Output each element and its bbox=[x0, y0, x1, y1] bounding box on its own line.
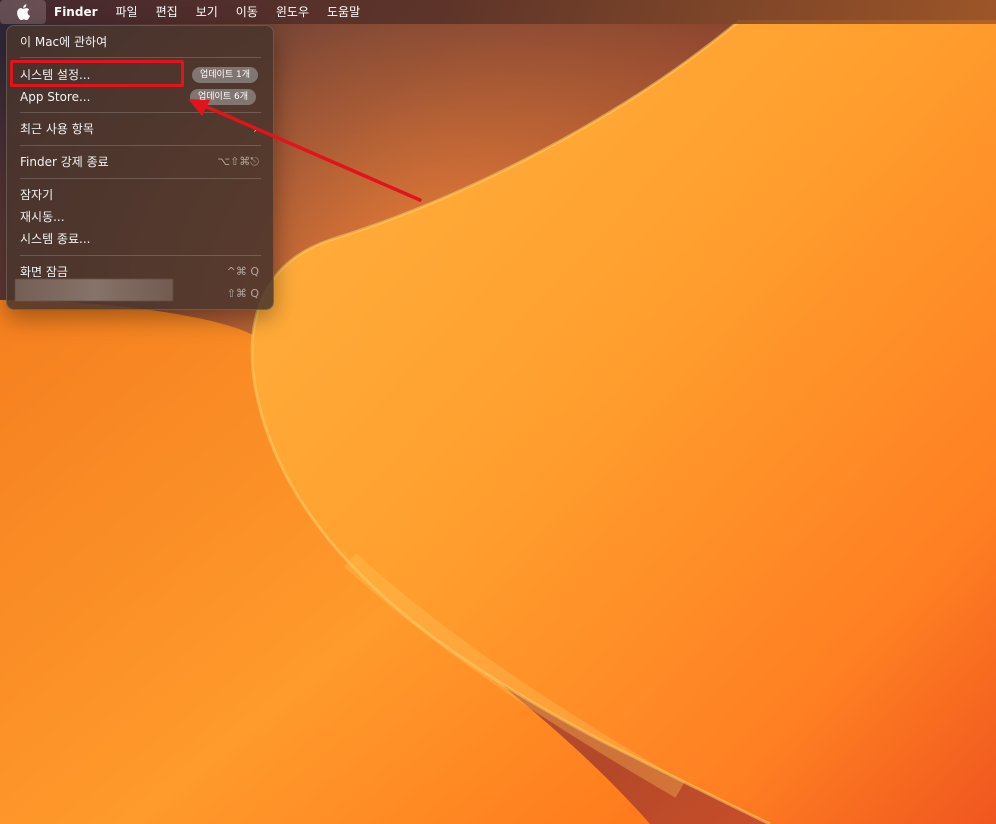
annotation-highlight-box bbox=[10, 60, 184, 87]
menu-item-label: App Store... bbox=[20, 90, 91, 104]
menu-edit[interactable]: 편집 bbox=[147, 0, 187, 24]
force-quit-shortcut: ⌥⇧⌘⎋ bbox=[217, 155, 259, 168]
menu-item-logout-redacted[interactable] bbox=[15, 279, 173, 301]
apple-menu-button[interactable] bbox=[0, 0, 46, 24]
menu-help[interactable]: 도움말 bbox=[318, 0, 369, 24]
menu-item-label: 화면 잠금 bbox=[20, 265, 68, 279]
menu-app-finder[interactable]: Finder bbox=[46, 0, 107, 24]
desktop-screen: Finder 파일 편집 보기 이동 윈도우 도움말 이 Mac에 관하여 시스… bbox=[0, 0, 996, 824]
apple-logo-icon bbox=[17, 4, 30, 20]
menu-view[interactable]: 보기 bbox=[187, 0, 227, 24]
menu-window[interactable]: 윈도우 bbox=[267, 0, 318, 24]
menu-item-label: 이 Mac에 관하여 bbox=[20, 35, 108, 49]
menu-item-label: 최근 사용 항목 bbox=[20, 122, 94, 136]
menu-separator bbox=[20, 57, 261, 58]
chevron-right-icon: › bbox=[253, 122, 258, 136]
menu-item-about-this-mac[interactable]: 이 Mac에 관하여 bbox=[7, 32, 273, 52]
menu-item-label: 시스템 종료... bbox=[20, 232, 91, 246]
menu-file[interactable]: 파일 bbox=[107, 0, 147, 24]
menu-item-label: 재시동... bbox=[20, 210, 65, 224]
update-badge-app-store: 업데이트 6개 bbox=[190, 89, 256, 105]
menu-item-label: Finder 강제 종료 bbox=[20, 155, 109, 169]
menu-separator bbox=[20, 255, 261, 256]
menu-separator bbox=[20, 178, 261, 179]
menu-separator bbox=[20, 112, 261, 113]
menu-separator bbox=[20, 145, 261, 146]
menu-go[interactable]: 이동 bbox=[227, 0, 267, 24]
menu-item-restart[interactable]: 재시동... bbox=[7, 207, 273, 227]
menu-bar: Finder 파일 편집 보기 이동 윈도우 도움말 bbox=[0, 0, 996, 24]
menu-item-label: 잠자기 bbox=[20, 188, 54, 202]
logout-shortcut: ⇧⌘ Q bbox=[226, 287, 259, 300]
menu-item-shutdown[interactable]: 시스템 종료... bbox=[7, 229, 273, 249]
lock-screen-shortcut: ^⌘ Q bbox=[226, 265, 259, 278]
update-badge-system-settings: 업데이트 1개 bbox=[192, 67, 258, 83]
menu-item-sleep[interactable]: 잠자기 bbox=[7, 185, 273, 205]
menu-item-force-quit[interactable]: Finder 강제 종료 ⌥⇧⌘⎋ bbox=[7, 152, 273, 172]
menu-item-recent-items[interactable]: 최근 사용 항목 › bbox=[7, 119, 273, 139]
